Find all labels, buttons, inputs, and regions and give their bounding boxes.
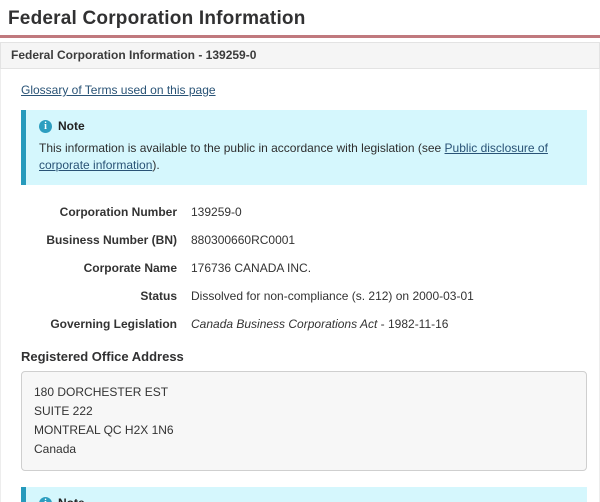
- corporation-details: Corporation Number 139259-0 Business Num…: [21, 205, 587, 331]
- registered-office-heading: Registered Office Address: [21, 349, 587, 364]
- detail-label: Status: [21, 289, 177, 303]
- content-panel: Glossary of Terms used on this page i No…: [0, 69, 600, 502]
- detail-label: Corporation Number: [21, 205, 177, 219]
- update-requirements-note: i Note Active CBCA corporations are requ…: [21, 487, 587, 502]
- detail-label: Corporate Name: [21, 261, 177, 275]
- note-title: i Note: [39, 119, 575, 133]
- detail-value: Dissolved for non-compliance (s. 212) on…: [191, 289, 474, 303]
- detail-value: Canada Business Corporations Act - 1982-…: [191, 317, 448, 331]
- note-title: i Note: [39, 496, 575, 502]
- heading-accent-rule: [0, 35, 600, 38]
- glossary-link[interactable]: Glossary of Terms used on this page: [21, 83, 216, 97]
- text-segment: Canada Business Corporations Act: [191, 317, 377, 331]
- public-info-note: i Note This information is available to …: [21, 110, 587, 185]
- address-line: MONTREAL QC H2X 1N6: [34, 421, 574, 440]
- detail-label: Governing Legislation: [21, 317, 177, 331]
- detail-label: Business Number (BN): [21, 233, 177, 247]
- text-segment: ).: [152, 158, 159, 172]
- note-title-text: Note: [58, 119, 85, 133]
- detail-row-status: Status Dissolved for non-compliance (s. …: [21, 289, 587, 303]
- detail-value: 139259-0: [191, 205, 242, 219]
- note-body: This information is available to the pub…: [39, 140, 575, 174]
- info-icon: i: [39, 120, 52, 133]
- detail-value: 880300660RC0001: [191, 233, 295, 247]
- note-title-text: Note: [58, 496, 85, 502]
- info-icon: i: [39, 497, 52, 502]
- detail-row-governing-legislation: Governing Legislation Canada Business Co…: [21, 317, 587, 331]
- detail-row-business-number: Business Number (BN) 880300660RC0001: [21, 233, 587, 247]
- detail-row-corporate-name: Corporate Name 176736 CANADA INC.: [21, 261, 587, 275]
- detail-value: 176736 CANADA INC.: [191, 261, 311, 275]
- address-line: SUITE 222: [34, 402, 574, 421]
- text-segment: This information is available to the pub…: [39, 141, 445, 155]
- text-segment: - 1982-11-16: [377, 317, 448, 331]
- detail-row-corporation-number: Corporation Number 139259-0: [21, 205, 587, 219]
- address-line: 180 DORCHESTER EST: [34, 383, 574, 402]
- subtitle-bar: Federal Corporation Information - 139259…: [0, 42, 600, 69]
- page-title: Federal Corporation Information: [0, 0, 600, 35]
- registered-office-address-box: 180 DORCHESTER EST SUITE 222 MONTREAL QC…: [21, 371, 587, 471]
- address-line: Canada: [34, 440, 574, 459]
